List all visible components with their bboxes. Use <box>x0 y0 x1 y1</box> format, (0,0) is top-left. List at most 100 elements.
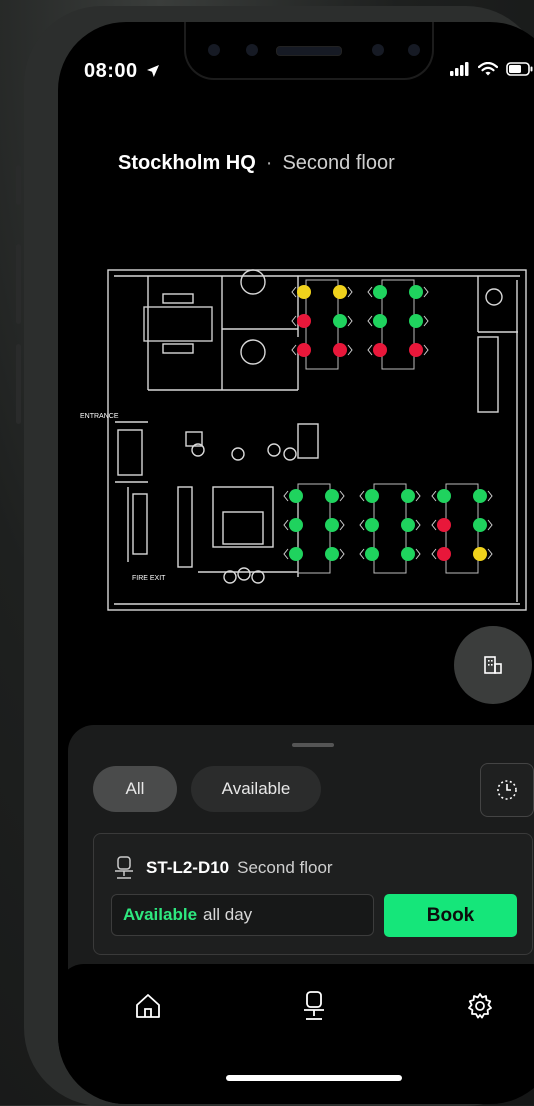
floor-name: Second floor <box>282 152 395 174</box>
filter-all-chip[interactable]: All <box>93 766 177 812</box>
desk-status-marker-available[interactable] <box>373 285 387 299</box>
building-selector-button[interactable] <box>454 626 532 704</box>
desk-status-marker-available[interactable] <box>409 314 423 328</box>
desk-card-header: ST-L2-D10 Second floor <box>114 856 333 880</box>
desk-chair-mark <box>347 344 353 356</box>
status-time-text: 08:00 <box>84 60 138 82</box>
availability-detail: all day <box>203 905 253 924</box>
desk-status-marker-available[interactable] <box>401 547 415 561</box>
desk-status-marker-available[interactable] <box>401 518 415 532</box>
cellular-signal-icon <box>450 62 469 76</box>
desk-status-marker-occupied[interactable] <box>437 547 451 561</box>
desk-chair-mark <box>291 286 297 298</box>
availability-field[interactable]: Available all day <box>111 894 374 936</box>
desk-block-bottom-block-2 <box>359 483 421 574</box>
desk-card[interactable]: ST-L2-D10 Second floor Available all day… <box>93 833 533 955</box>
desk-chair-mark <box>431 519 437 531</box>
desk-block-bottom-block-1 <box>283 483 345 574</box>
desk-chair-mark <box>415 519 421 531</box>
desk-chair-mark <box>339 548 345 560</box>
entrance-label: ENTRANCE <box>80 413 119 420</box>
desk-status-marker-available[interactable] <box>325 518 339 532</box>
desk-chair-mark <box>359 548 365 560</box>
desk-chair-mark <box>283 490 289 502</box>
desk-chair-mark <box>431 490 437 502</box>
fire-exit-label: FIRE EXIT <box>132 575 166 582</box>
availability-status: Available <box>123 905 198 924</box>
side-button-volume-down <box>16 344 21 424</box>
desk-status-marker-available[interactable] <box>365 489 379 503</box>
desk-status-marker-available[interactable] <box>473 489 487 503</box>
desk-chair-mark <box>423 344 429 356</box>
desk-chair-mark <box>367 286 373 298</box>
desk-chair-icon <box>115 856 133 879</box>
desk-chair-mark <box>347 315 353 327</box>
desk-status-marker-occupied[interactable] <box>409 343 423 357</box>
desk-chair-icon <box>304 991 324 1020</box>
desk-chair-mark <box>347 286 353 298</box>
page-title: Stockholm HQ · Second floor <box>118 152 395 175</box>
tab-home[interactable] <box>128 986 168 1026</box>
desk-chair-mark <box>291 344 297 356</box>
desk-chair-mark <box>415 548 421 560</box>
desk-chair-mark <box>431 548 437 560</box>
desk-status-marker-partial[interactable] <box>297 285 311 299</box>
screen: 08:00 Stockholm HQ · Second floor ENTRAN… <box>58 22 534 1104</box>
desk-status-marker-available[interactable] <box>365 518 379 532</box>
side-button-silent <box>16 165 21 205</box>
desk-chair-mark <box>367 315 373 327</box>
time-filter-button[interactable] <box>480 763 534 817</box>
desk-status-marker-occupied[interactable] <box>297 314 311 328</box>
desk-status-marker-available[interactable] <box>409 285 423 299</box>
desk-status-marker-available[interactable] <box>289 518 303 532</box>
phone-frame: 08:00 Stockholm HQ · Second floor ENTRAN… <box>24 6 534 1106</box>
desk-status-marker-available[interactable] <box>325 547 339 561</box>
desk-block-bottom-block-3 <box>431 483 493 574</box>
desk-status-marker-occupied[interactable] <box>373 343 387 357</box>
tab-settings[interactable] <box>460 986 500 1026</box>
desk-status-marker-available[interactable] <box>289 489 303 503</box>
battery-icon <box>506 62 533 76</box>
desk-status-marker-available[interactable] <box>365 547 379 561</box>
desk-chair-mark <box>367 344 373 356</box>
home-icon <box>136 994 160 1018</box>
tab-bar <box>58 964 534 1104</box>
desk-id: ST-L2-D10 <box>146 858 230 877</box>
desk-status-marker-available[interactable] <box>401 489 415 503</box>
desk-block-top-block-1 <box>291 279 353 370</box>
building-icon <box>484 656 502 674</box>
filter-available-chip[interactable]: Available <box>191 766 321 812</box>
desk-chair-mark <box>415 490 421 502</box>
desk-status-marker-available[interactable] <box>373 314 387 328</box>
desk-chair-mark <box>283 548 289 560</box>
gear-icon <box>468 993 492 1019</box>
desk-block-top-block-2 <box>367 279 429 370</box>
desk-status-marker-occupied[interactable] <box>297 343 311 357</box>
desk-status-marker-occupied[interactable] <box>333 343 347 357</box>
desk-status-marker-available[interactable] <box>437 489 451 503</box>
sheet-drag-handle[interactable] <box>292 743 334 747</box>
home-indicator[interactable] <box>226 1075 402 1081</box>
desk-status-marker-available[interactable] <box>289 547 303 561</box>
desk-chair-mark <box>339 519 345 531</box>
desk-status-marker-available[interactable] <box>325 489 339 503</box>
desk-chair-mark <box>359 490 365 502</box>
book-button[interactable]: Book <box>384 894 517 937</box>
desk-status-marker-occupied[interactable] <box>437 518 451 532</box>
clock-history-icon <box>497 780 517 800</box>
side-button-volume-up <box>16 244 21 324</box>
desk-status-marker-partial[interactable] <box>333 285 347 299</box>
wifi-icon <box>478 62 498 76</box>
desk-chair-mark <box>291 315 297 327</box>
desk-status-marker-partial[interactable] <box>473 547 487 561</box>
location-arrow-icon <box>146 65 159 77</box>
status-time: 08:00 <box>84 60 160 83</box>
desk-chair-mark <box>423 286 429 298</box>
desk-floor: Second floor <box>237 858 333 877</box>
tab-desks[interactable] <box>294 986 334 1026</box>
desk-status-marker-available[interactable] <box>473 518 487 532</box>
desk-chair-mark <box>487 548 493 560</box>
floor-plan[interactable]: ENTRANCE FIRE EXIT <box>58 232 534 632</box>
desk-status-marker-available[interactable] <box>333 314 347 328</box>
desk-chair-mark <box>359 519 365 531</box>
